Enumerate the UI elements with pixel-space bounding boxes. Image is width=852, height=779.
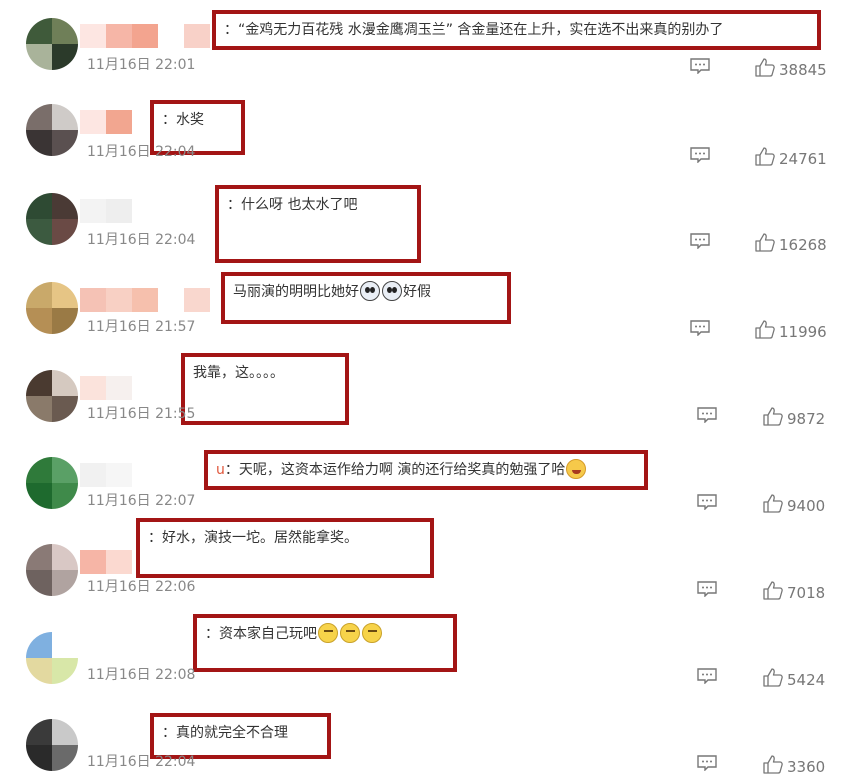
comment-text: 马丽演的明明比她好 [233,284,359,300]
comment-text: ：天呢，这资本运作给力啊 演的还行给奖真的勉强了哈 [224,462,566,478]
comment-timestamp: 11月16日 21:57 [87,319,196,335]
username-blurred[interactable] [80,110,158,134]
comment-text-highlight: 马丽演的明明比她好 好假 [221,272,511,324]
username-blurred[interactable] [80,199,158,223]
like-count: 9872 [787,409,826,428]
thinking-emoji-icon [318,623,338,643]
thinking-emoji-icon [340,623,360,643]
comment-text: ：水奖 [162,112,204,128]
like-button[interactable]: 24761 [755,147,827,170]
comment-text-highlight: ：什么呀 也太水了吧 [215,185,421,263]
comment-icon[interactable] [697,755,717,772]
like-count: 9400 [787,496,826,515]
like-button[interactable]: 5424 [763,668,825,691]
comment-text: ：什么呀 也太水了吧 [227,197,358,213]
comment-text-highlight: ：资本家自己玩吧 [193,614,457,672]
avatar[interactable] [26,104,78,156]
avatar[interactable] [26,544,78,596]
avatar[interactable] [26,282,78,334]
avatar[interactable] [26,457,78,509]
comment-icon[interactable] [697,494,717,511]
shocked-emoji-icon [360,281,380,301]
comment-text-tail: 好假 [403,284,431,300]
thumbs-up-icon [763,581,787,604]
like-button[interactable]: 9872 [763,407,825,430]
like-count: 3360 [787,757,826,776]
username-blurred[interactable] [80,463,158,487]
comment-timestamp: 11月16日 22:06 [87,579,196,595]
like-count: 7018 [787,583,826,602]
thinking-emoji-icon [362,623,382,643]
comment-timestamp: 11月16日 21:55 [87,406,196,422]
username-blurred[interactable] [80,725,158,749]
comment-icon[interactable] [697,407,717,424]
comment-text: ：真的就完全不合理 [162,725,288,741]
username-blurred[interactable] [80,288,210,312]
comment-text-highlight: u：天呢，这资本运作给力啊 演的还行给奖真的勉强了哈 [204,450,648,490]
like-count: 16268 [779,235,827,254]
comment-text: 我靠，这。。。。 [193,365,284,381]
comment-timestamp: 11月16日 22:04 [87,144,196,160]
thumbs-up-icon [755,233,779,256]
username-fragment[interactable]: u [216,462,225,478]
comment-text: ：资本家自己玩吧 [205,626,317,642]
comment-text-highlight: ：好水，演技一坨。居然能拿奖。 [136,518,434,578]
avatar[interactable] [26,719,78,771]
thumbs-up-icon [763,755,787,778]
comment-timestamp: 11月16日 22:04 [87,754,196,770]
like-count: 5424 [787,670,826,689]
laughing-emoji-icon [566,459,587,479]
comment-text-highlight: 我靠，这。。。。 [181,353,349,425]
like-count: 11996 [779,322,827,341]
comment-text: ：好水，演技一坨。居然能拿奖。 [148,530,358,546]
shocked-emoji-icon [382,281,402,301]
username-blurred[interactable] [80,638,158,662]
comment-timestamp: 11月16日 22:07 [87,493,196,509]
username-blurred[interactable] [80,376,158,400]
like-button[interactable]: 3360 [763,755,825,778]
avatar[interactable] [26,193,78,245]
comment-timestamp: 11月16日 22:08 [87,667,196,683]
comment-icon[interactable] [690,320,710,337]
like-button[interactable]: 9400 [763,494,825,517]
thumbs-up-icon [755,320,779,343]
thumbs-up-icon [763,494,787,517]
thumbs-up-icon [763,668,787,691]
comment-icon[interactable] [690,147,710,164]
comment-icon[interactable] [697,668,717,685]
like-button[interactable]: 16268 [755,233,827,256]
like-button[interactable]: 7018 [763,581,825,604]
like-count: 24761 [779,149,827,168]
comment-icon[interactable] [690,233,710,250]
thumbs-up-icon [755,147,779,170]
avatar[interactable] [26,370,78,422]
comment-icon[interactable] [697,581,717,598]
comment-timestamp: 11月16日 22:04 [87,232,196,248]
avatar[interactable] [26,632,78,684]
comment-item: ：真的就完全不合理 11月16日 22:04 3360 [0,0,852,776]
thumbs-up-icon [763,407,787,430]
like-button[interactable]: 11996 [755,320,827,343]
